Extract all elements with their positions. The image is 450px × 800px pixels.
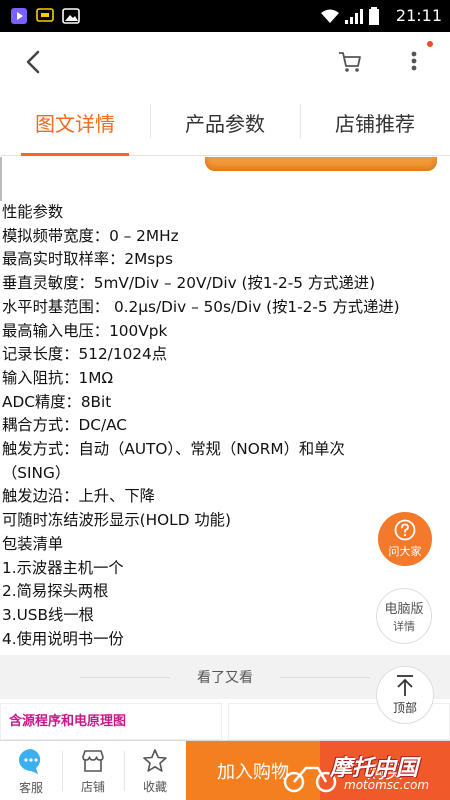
back-to-top-label: 顶部 — [392, 701, 417, 715]
clock: 21:11 — [395, 6, 442, 25]
spec-line: 1.示波器主机一个 — [2, 558, 124, 577]
favorite-button[interactable]: 收藏 — [124, 741, 186, 800]
shop-button[interactable]: 店铺 — [62, 741, 124, 800]
buy-now-button[interactable]: 购买 — [320, 741, 450, 800]
customer-service-label: 客服 — [18, 781, 43, 795]
shop-label: 店铺 — [80, 780, 105, 794]
star-icon — [143, 749, 167, 772]
wifi-icon — [321, 9, 339, 23]
notification-dot — [427, 41, 433, 47]
app-screen: 21:11 图文详情 产品参数 店铺推荐 性能参数 模拟频带宽度：0 – 2MH… — [0, 0, 450, 800]
spec-line: 模拟频带宽度：0 – 2MHz — [2, 226, 179, 245]
ask-everyone-button[interactable]: 问大家 — [378, 512, 432, 566]
question-icon — [394, 519, 416, 541]
spec-line: 记录长度：512/1024点 — [2, 345, 168, 364]
battery-icon — [369, 7, 379, 25]
spec-line: 最高实时取样率：2Msps — [2, 250, 173, 269]
back-arrow-icon[interactable] — [20, 48, 48, 76]
more-options-icon[interactable] — [402, 46, 426, 76]
spec-line: 输入阻抗：1MΩ — [2, 368, 114, 387]
bottom-action-bar: 客服 店铺 收藏 加入购物 购买 — [0, 740, 450, 800]
recommendation-card[interactable]: 含源程序和电原理图 — [0, 703, 222, 740]
spec-text-block: 性能参数 模拟频带宽度：0 – 2MHz 最高实时取样率：2Msps 垂直灵敏度… — [0, 201, 450, 651]
arrow-up-icon — [397, 675, 413, 696]
detail-tabs: 图文详情 产品参数 店铺推荐 — [0, 90, 450, 156]
divider-line — [280, 677, 370, 678]
tab-product-params[interactable]: 产品参数 — [150, 90, 300, 155]
detail-content: 性能参数 模拟频带宽度：0 – 2MHz 最高实时取样率：2Msps 垂直灵敏度… — [0, 157, 450, 740]
product-image-bottom — [0, 157, 440, 201]
desktop-details-button[interactable]: 电脑版 详情 — [376, 588, 432, 644]
tab-divider — [300, 104, 301, 138]
image-border — [0, 157, 2, 201]
tab-divider — [150, 104, 151, 138]
cart-icon[interactable] — [336, 48, 364, 76]
tab-graphic-details[interactable]: 图文详情 — [0, 90, 150, 156]
desktop-version-label: 电脑版 — [384, 602, 424, 617]
customer-service-button[interactable]: 客服 — [0, 741, 62, 800]
spec-line: ADC精度：8Bit — [2, 392, 112, 411]
add-to-cart-button[interactable]: 加入购物 — [186, 741, 320, 800]
app-notification-icon — [11, 8, 27, 24]
spec-line: （SING） — [2, 463, 71, 482]
spec-line: 水平时基范围： 0.2μs/Div – 50s/Div (按1-2-5 方式递进… — [2, 297, 400, 316]
spec-line: 垂直灵敏度：5mV/Div – 20V/Div (按1-2-5 方式递进) — [2, 274, 376, 293]
spec-line: 触发方式：自动（AUTO）、常规（NORM）和单次 — [2, 440, 345, 459]
message-notification-icon — [36, 8, 54, 22]
store-icon — [82, 750, 104, 772]
spec-line: 最高输入电压：100Vpk — [2, 321, 168, 340]
gallery-notification-icon — [62, 8, 80, 24]
spec-line: 耦合方式：DC/AC — [2, 416, 127, 435]
details-label: 详情 — [393, 620, 415, 633]
top-nav-bar — [0, 32, 450, 90]
chat-icon — [19, 749, 41, 774]
spec-line: 触发边沿：上升、下降 — [2, 487, 155, 506]
back-to-top-button[interactable]: 顶部 — [376, 666, 434, 724]
tab-shop-recommend[interactable]: 店铺推荐 — [300, 90, 450, 155]
status-bar: 21:11 — [0, 0, 450, 32]
signal-icon — [345, 9, 363, 24]
product-image-fragment — [205, 157, 437, 171]
ask-everyone-label: 问大家 — [388, 545, 422, 558]
recommendation-card-text: 含源程序和电原理图 — [9, 714, 127, 729]
favorite-label: 收藏 — [142, 780, 167, 794]
spec-line: 性能参数 — [2, 203, 64, 221]
